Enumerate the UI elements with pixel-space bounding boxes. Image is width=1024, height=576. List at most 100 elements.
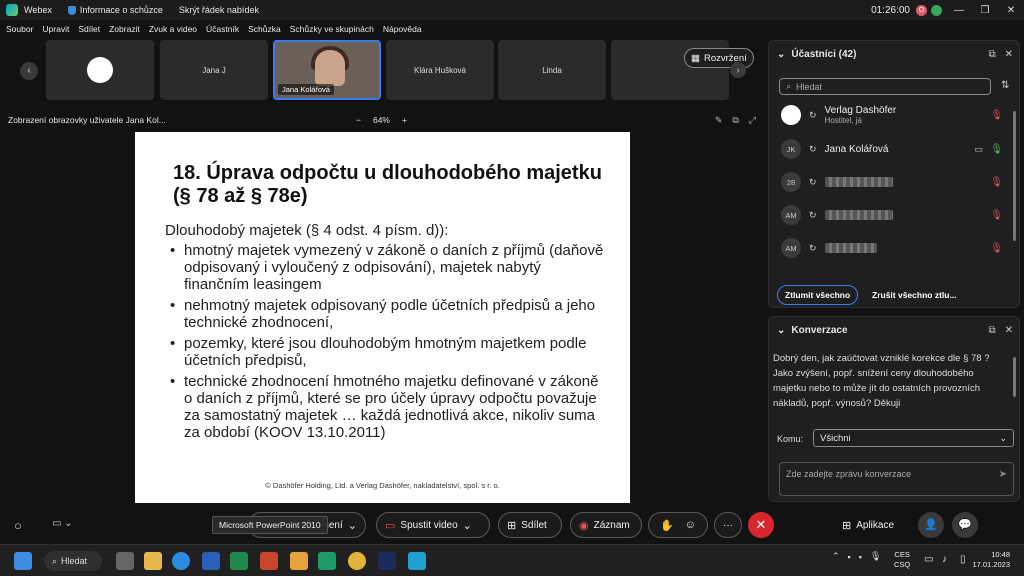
- status-ring-icon[interactable]: ○: [14, 518, 22, 533]
- start-video-button[interactable]: ▭ Spustit video ⌄: [376, 512, 490, 538]
- popout-icon[interactable]: ⧉: [988, 49, 995, 60]
- stats-icon[interactable]: [931, 4, 942, 16]
- sort-icon[interactable]: ⇅: [1001, 80, 1009, 91]
- annotate-icon[interactable]: ✎: [715, 115, 723, 126]
- menu-zobrazit[interactable]: Zobrazit: [109, 24, 140, 34]
- mic-on-icon[interactable]: 🎙: [990, 144, 1003, 155]
- menu-ucastnik[interactable]: Účastník: [206, 24, 239, 34]
- close-icon[interactable]: ✕: [998, 5, 1024, 16]
- leave-meeting-button[interactable]: ✕: [748, 512, 774, 538]
- raise-hand-reactions[interactable]: ✋ ☺: [648, 512, 708, 538]
- chevron-right-icon[interactable]: ›: [730, 62, 746, 78]
- file-explorer-icon[interactable]: [144, 552, 162, 570]
- menu-sdilet[interactable]: Sdílet: [78, 24, 100, 34]
- participant-row[interactable]: JK ↻ Jana Kolářová ▭ 🎙: [781, 137, 1009, 161]
- close-icon[interactable]: ✕: [1005, 325, 1013, 336]
- video-thumb-jana-kolarova[interactable]: Jana Kolářová: [273, 40, 381, 100]
- video-thumb-klara-huskova[interactable]: Klára Hušková: [386, 40, 494, 100]
- taskbar-search[interactable]: ⌕ Hledat: [44, 551, 102, 571]
- apps-button[interactable]: ⊞ Aplikace: [834, 512, 910, 538]
- participant-search-input[interactable]: ⌕ Hledat: [779, 78, 991, 95]
- mic-muted-icon[interactable]: 🎙: [990, 210, 1003, 221]
- participant-row[interactable]: 28 ↻ 🎙: [781, 170, 1009, 194]
- windows-start-icon[interactable]: [14, 552, 32, 570]
- scrollbar[interactable]: [1013, 357, 1016, 397]
- record-button[interactable]: ◉ Záznam: [570, 512, 642, 538]
- sync-icon: ↻: [809, 143, 817, 154]
- chevron-down-icon[interactable]: ⌄: [777, 325, 785, 336]
- participant-row[interactable]: AM ↻ 🎙: [781, 203, 1009, 227]
- zoom-control: − 64% +: [356, 115, 407, 125]
- menu-soubor[interactable]: Soubor: [6, 24, 33, 34]
- chrome-icon[interactable]: [348, 552, 366, 570]
- user-avatar[interactable]: O: [916, 4, 927, 16]
- mic-muted-icon[interactable]: 🎙: [990, 243, 1003, 254]
- photoshop-icon[interactable]: [378, 552, 396, 570]
- fit-icon[interactable]: ⤢: [749, 115, 756, 126]
- recipient-select[interactable]: Všichni ⌄: [813, 429, 1014, 447]
- language-indicator[interactable]: CES CSQ: [894, 550, 910, 570]
- app-name: Webex: [24, 5, 52, 15]
- share-label: Sdílet: [521, 519, 547, 531]
- zoom-out-button[interactable]: −: [356, 115, 361, 125]
- participants-toggle-icon[interactable]: 👤: [918, 512, 944, 538]
- avatar: AM: [781, 205, 801, 225]
- more-icon: ···: [723, 519, 733, 531]
- meeting-info-button[interactable]: Informace o schůzce: [67, 5, 163, 15]
- slide-bullet: hmotný majetek vymezený v zákoně o daníc…: [168, 242, 608, 293]
- tray-icon[interactable]: ▪: [859, 552, 862, 562]
- close-icon[interactable]: ✕: [1005, 49, 1013, 60]
- excel-icon[interactable]: [230, 552, 248, 570]
- participant-row[interactable]: ↻ Verlag Dashöfer Hostitel, já 🎙: [781, 103, 1009, 127]
- hide-menu-button[interactable]: Skrýt řádek nabídek: [179, 5, 259, 15]
- sync-icon: ↻: [809, 109, 817, 120]
- mute-all-button[interactable]: Ztlumit všechno: [777, 285, 859, 305]
- clock[interactable]: 10:48 17.01.2023: [972, 550, 1010, 570]
- webex-taskbar-icon[interactable]: [408, 552, 426, 570]
- taskbar-search-label: Hledat: [61, 556, 88, 566]
- unmute-all-button[interactable]: Zrušit všechno ztlu...: [865, 285, 964, 305]
- popout-icon[interactable]: ⧉: [988, 325, 995, 336]
- participant-row[interactable]: AM ↻ 🎙: [781, 236, 1009, 260]
- chat-message-input[interactable]: Zde zadejte zprávu konverzace ➤: [779, 462, 1014, 496]
- menu-napoveda[interactable]: Nápověda: [383, 24, 422, 34]
- app-icon[interactable]: [290, 552, 308, 570]
- recipient-value: Všichni: [820, 432, 851, 444]
- share-button[interactable]: ⊞ Sdílet: [498, 512, 562, 538]
- chevron-down-icon[interactable]: ⌄: [777, 49, 785, 60]
- tray-icon[interactable]: ▪: [848, 552, 851, 562]
- scrollbar[interactable]: [1013, 111, 1016, 241]
- mic-muted-icon[interactable]: 🎙: [870, 551, 881, 562]
- network-icon[interactable]: ▭: [924, 554, 933, 565]
- chat-toggle-icon[interactable]: 💬: [952, 512, 978, 538]
- menu-breakout[interactable]: Schůzky ve skupinách: [290, 24, 374, 34]
- video-thumb-linda[interactable]: Linda: [498, 40, 606, 100]
- video-thumb-verlag[interactable]: [46, 40, 154, 100]
- send-icon[interactable]: ➤: [999, 469, 1007, 480]
- edge-icon[interactable]: [172, 552, 190, 570]
- slide-bullet: nehmotný majetek odpisovaný podle účetní…: [168, 297, 608, 331]
- minimize-icon[interactable]: —: [946, 5, 972, 16]
- task-view-icon[interactable]: [116, 552, 134, 570]
- reactions-icon[interactable]: ▭ ⌄: [52, 518, 73, 529]
- menu-zvuk-video[interactable]: Zvuk a video: [149, 24, 197, 34]
- chevron-left-icon[interactable]: ‹: [20, 62, 38, 80]
- restore-icon[interactable]: ❐: [972, 5, 998, 16]
- app-icon[interactable]: [318, 552, 336, 570]
- chevron-up-icon[interactable]: ⌃: [832, 551, 840, 562]
- battery-icon[interactable]: ▯: [960, 554, 966, 565]
- webex-window: Webex Informace o schůzce Skrýt řádek na…: [0, 0, 1024, 576]
- volume-icon[interactable]: ♪: [942, 554, 947, 565]
- menu-upravit[interactable]: Upravit: [42, 24, 69, 34]
- menu-schuzka[interactable]: Schůzka: [248, 24, 281, 34]
- mic-muted-icon[interactable]: 🎙: [990, 110, 1003, 121]
- powerpoint-icon[interactable]: [260, 552, 278, 570]
- word-icon[interactable]: [202, 552, 220, 570]
- system-tray: ⌃ ▪ ▪ 🎙: [832, 551, 881, 562]
- slide-bullets: hmotný majetek vymezený v zákoně o daníc…: [168, 242, 608, 445]
- popout-icon[interactable]: ⧉: [732, 115, 738, 126]
- zoom-in-button[interactable]: +: [402, 115, 407, 125]
- mic-muted-icon[interactable]: 🎙: [990, 177, 1003, 188]
- more-options-button[interactable]: ···: [714, 512, 742, 538]
- video-thumb-jana-j[interactable]: Jana J: [160, 40, 268, 100]
